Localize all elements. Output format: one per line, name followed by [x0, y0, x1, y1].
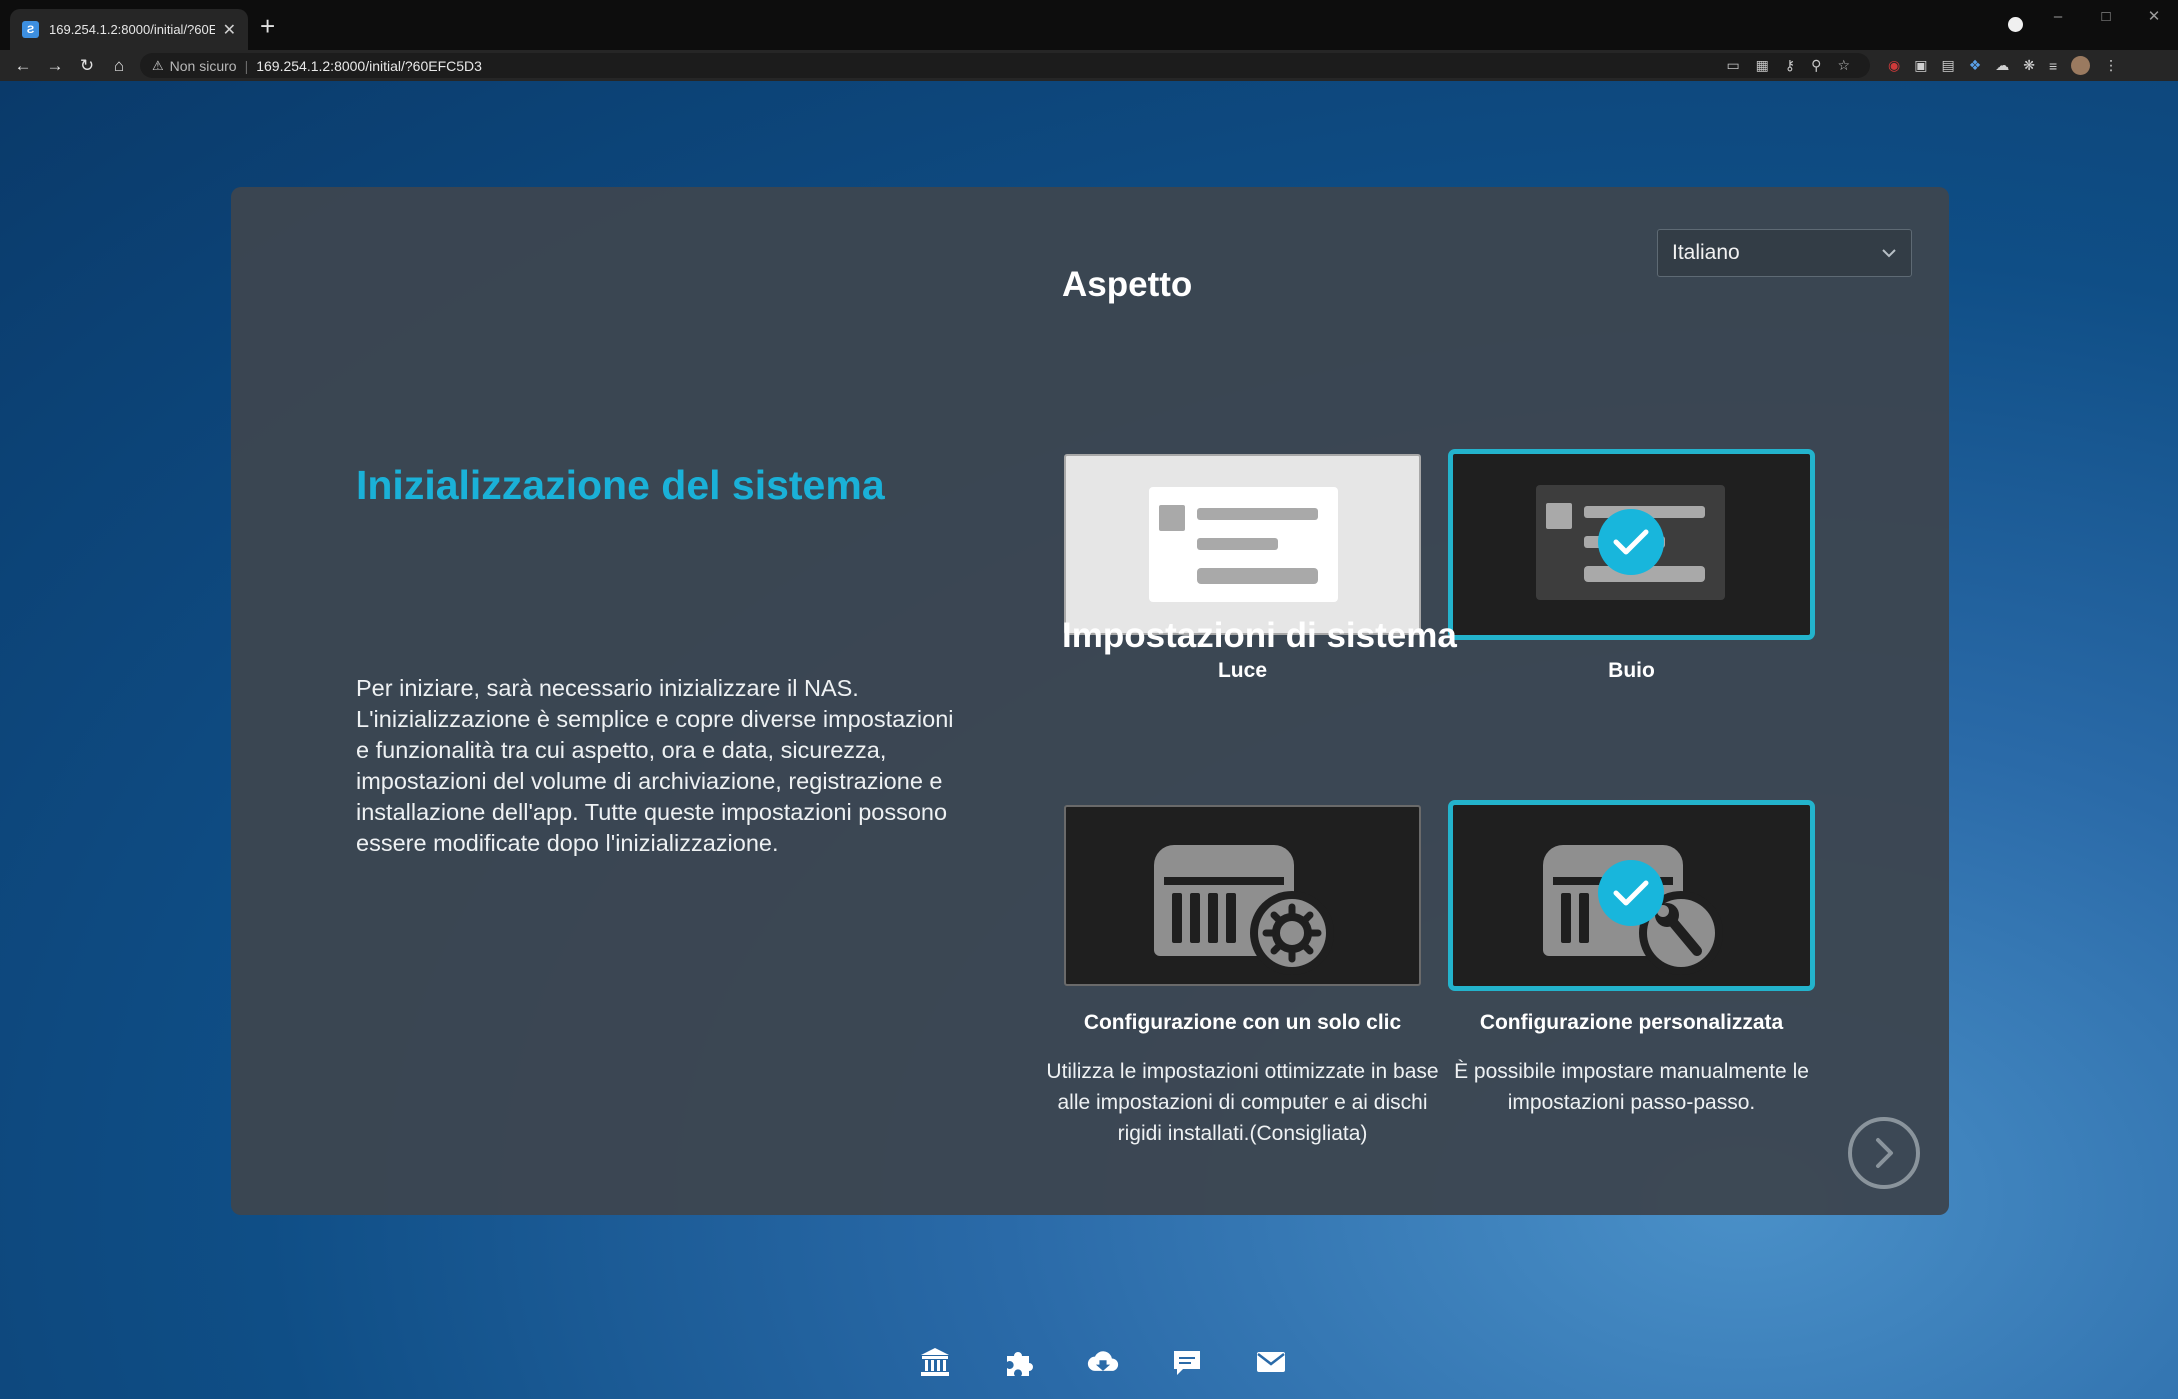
close-window-icon[interactable]: ✕ — [2130, 0, 2178, 32]
bookmark-star-icon[interactable]: ☆ — [1837, 57, 1850, 74]
setup-option-custom[interactable]: Configurazione personalizzata È possibil… — [1448, 800, 1815, 1114]
system-settings-title: Impostazioni di sistema — [1062, 616, 1457, 655]
selected-check-icon — [1598, 860, 1664, 926]
selected-check-icon — [1598, 509, 1664, 575]
ublock-icon[interactable]: ◉ — [1888, 57, 1900, 74]
browser-tab-bar: Ƨ 169.254.1.2:8000/initial/?60EFC5D3 ✕ +… — [0, 0, 2178, 50]
minimize-icon[interactable]: – — [2034, 0, 2082, 32]
light-theme-icon — [1149, 487, 1338, 602]
bank-icon[interactable] — [919, 1346, 951, 1378]
back-icon[interactable]: ← — [7, 50, 39, 81]
omnibox-actions: ▭ ▦ ⚷ ⚲ ☆ — [1726, 53, 1850, 78]
extension-icon-4[interactable]: ❖ — [1969, 57, 1982, 74]
theme-light-label: Luce — [1217, 659, 1267, 682]
theme-dark-label: Buio — [1608, 659, 1655, 682]
maximize-icon[interactable]: □ — [2082, 0, 2130, 32]
theme-light-preview — [1064, 454, 1421, 635]
chevron-right-icon — [1876, 1138, 1893, 1168]
browser-menu-icon[interactable]: ⋮ — [2104, 57, 2118, 74]
one-click-label: Configurazione con un solo clic — [1083, 1011, 1402, 1034]
initialization-card: Italiano Inizializzazione del sistema Pe… — [231, 187, 1949, 1215]
setup-option-one-click[interactable]: Configurazione con un solo clic Utilizza… — [1046, 805, 1439, 1145]
new-tab-button[interactable]: + — [260, 13, 275, 39]
warning-icon: ⚠ — [152, 57, 164, 73]
chat-icon[interactable] — [1171, 1346, 1203, 1378]
extension-icon-2[interactable]: ▣ — [1914, 57, 1927, 74]
appearance-title: Aspetto — [1062, 265, 1193, 304]
site-favicon-icon: Ƨ — [22, 21, 39, 38]
language-select[interactable]: Italiano — [1657, 229, 1912, 277]
zoom-icon[interactable]: ⚲ — [1811, 57, 1821, 74]
extension-icon-5[interactable]: ☁ — [1995, 57, 2009, 74]
window-controls: – □ ✕ — [2034, 0, 2178, 32]
not-secure-label: Non sicuro — [169, 57, 237, 74]
custom-description: È possibile impostare manualmente le imp… — [1454, 1060, 1809, 1114]
puzzle-icon[interactable] — [1003, 1346, 1035, 1378]
language-selected-value: Italiano — [1672, 241, 1740, 264]
profile-avatar[interactable] — [2071, 56, 2091, 75]
reload-icon[interactable]: ↻ — [71, 50, 103, 81]
media-control-icon[interactable] — [2008, 17, 2023, 32]
qr-code-icon[interactable]: ▦ — [1756, 57, 1769, 74]
key-icon[interactable]: ⚷ — [1785, 57, 1795, 74]
browser-toolbar: ← → ↻ ⌂ ⚠ Non sicuro | 169.254.1.2:8000/… — [0, 50, 2178, 81]
address-separator: | — [244, 57, 249, 74]
cast-icon[interactable]: ▭ — [1726, 57, 1739, 74]
page-background: Italiano Inizializzazione del sistema Pe… — [0, 81, 2178, 1399]
extension-icon-3[interactable]: ▤ — [1941, 57, 1954, 74]
nas-gear-icon — [1154, 845, 1334, 975]
theme-option-dark[interactable]: Buio — [1448, 449, 1815, 682]
custom-label: Configurazione personalizzata — [1479, 1011, 1784, 1034]
bottom-dock — [0, 1346, 2178, 1378]
forward-icon[interactable]: → — [39, 50, 71, 81]
theme-option-light[interactable]: Luce — [1064, 454, 1421, 682]
extensions-area: ◉ ▣ ▤ ❖ ☁ ❋ ≡ ⋮ — [1888, 50, 2118, 81]
extensions-puzzle-icon[interactable]: ❋ — [2023, 57, 2035, 74]
next-button[interactable] — [1848, 1117, 1920, 1189]
address-bar[interactable]: ⚠ Non sicuro | 169.254.1.2:8000/initial/… — [140, 53, 1870, 78]
cloud-download-icon[interactable] — [1087, 1346, 1119, 1378]
reading-list-icon[interactable]: ≡ — [2049, 58, 2057, 74]
page-title: Inizializzazione del sistema — [356, 462, 885, 508]
browser-tab[interactable]: Ƨ 169.254.1.2:8000/initial/?60EFC5D3 ✕ — [10, 9, 248, 50]
chevron-down-icon — [1882, 249, 1896, 258]
mail-icon[interactable] — [1255, 1346, 1287, 1378]
intro-text: Per iniziare, sarà necessario inizializz… — [356, 675, 954, 856]
tab-title: 169.254.1.2:8000/initial/?60EFC5D3 — [49, 22, 215, 37]
url-text: 169.254.1.2:8000/initial/?60EFC5D3 — [256, 57, 482, 74]
one-click-description: Utilizza le impostazioni ottimizzate in … — [1046, 1060, 1439, 1145]
home-icon[interactable]: ⌂ — [103, 50, 135, 81]
tab-close-icon[interactable]: ✕ — [223, 20, 236, 40]
